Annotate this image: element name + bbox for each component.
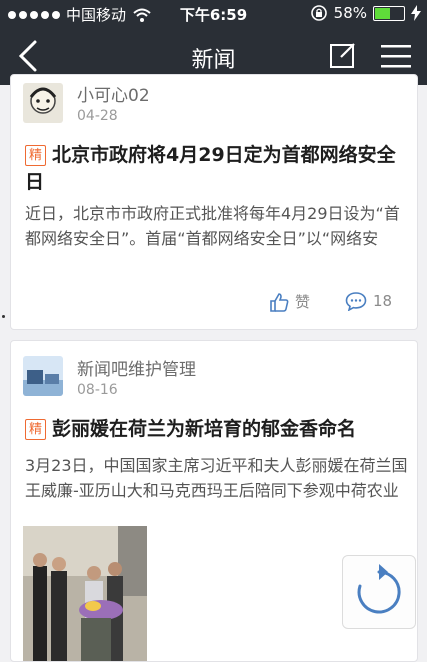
battery-icon	[373, 5, 405, 21]
battery-percent: 58%	[333, 4, 367, 22]
post-title[interactable]: 精北京市政府将4月29日定为首都网络安全日	[25, 142, 410, 196]
post-photo[interactable]	[23, 526, 147, 661]
menu-icon[interactable]	[381, 44, 411, 68]
post-card[interactable]: 小可心02 04-28 精北京市政府将4月29日定为首都网络安全日 近日，北京市…	[10, 74, 418, 330]
comment-button[interactable]: 18	[345, 291, 392, 311]
avatar[interactable]	[23, 356, 63, 396]
post-author[interactable]: 小可心02	[77, 81, 150, 106]
like-button[interactable]: 赞	[269, 291, 310, 312]
compose-icon[interactable]	[329, 41, 357, 69]
post-excerpt[interactable]: 近日，北京市市政府正式批准将每年4月29日设为“首都网络安全日”。首届“首都网络…	[25, 201, 410, 251]
post-title-text: 彭丽媛在荷兰为新培育的郁金香命名	[52, 418, 357, 440]
post-author[interactable]: 新闻吧维护管理	[77, 355, 196, 380]
scroll-indicator	[2, 315, 5, 318]
featured-badge: 精	[25, 419, 46, 440]
featured-badge: 精	[25, 145, 46, 166]
bolt-icon	[411, 5, 421, 21]
post-date: 08-16	[77, 382, 118, 398]
post-excerpt[interactable]: 3月23日，中国国家主席习近平和夫人彭丽媛在荷兰国王威廉-亚历山大和马克西玛王后…	[25, 453, 410, 503]
post-title[interactable]: 精彭丽媛在荷兰为新培育的郁金香命名	[25, 416, 410, 443]
status-bar: 中国移动 下午6:59 58%	[0, 0, 427, 27]
comment-icon	[345, 292, 367, 311]
refresh-icon	[357, 564, 401, 614]
avatar[interactable]	[23, 83, 63, 123]
thumbs-up-icon	[270, 292, 289, 312]
comment-count: 18	[373, 292, 393, 310]
page-title: 新闻	[191, 48, 236, 73]
like-label: 赞	[295, 293, 311, 311]
post-date: 04-28	[77, 108, 118, 124]
rotation-lock-icon	[310, 5, 327, 21]
refresh-button[interactable]	[342, 555, 416, 629]
post-title-text: 北京市政府将4月29日定为首都网络安全日	[25, 144, 396, 193]
